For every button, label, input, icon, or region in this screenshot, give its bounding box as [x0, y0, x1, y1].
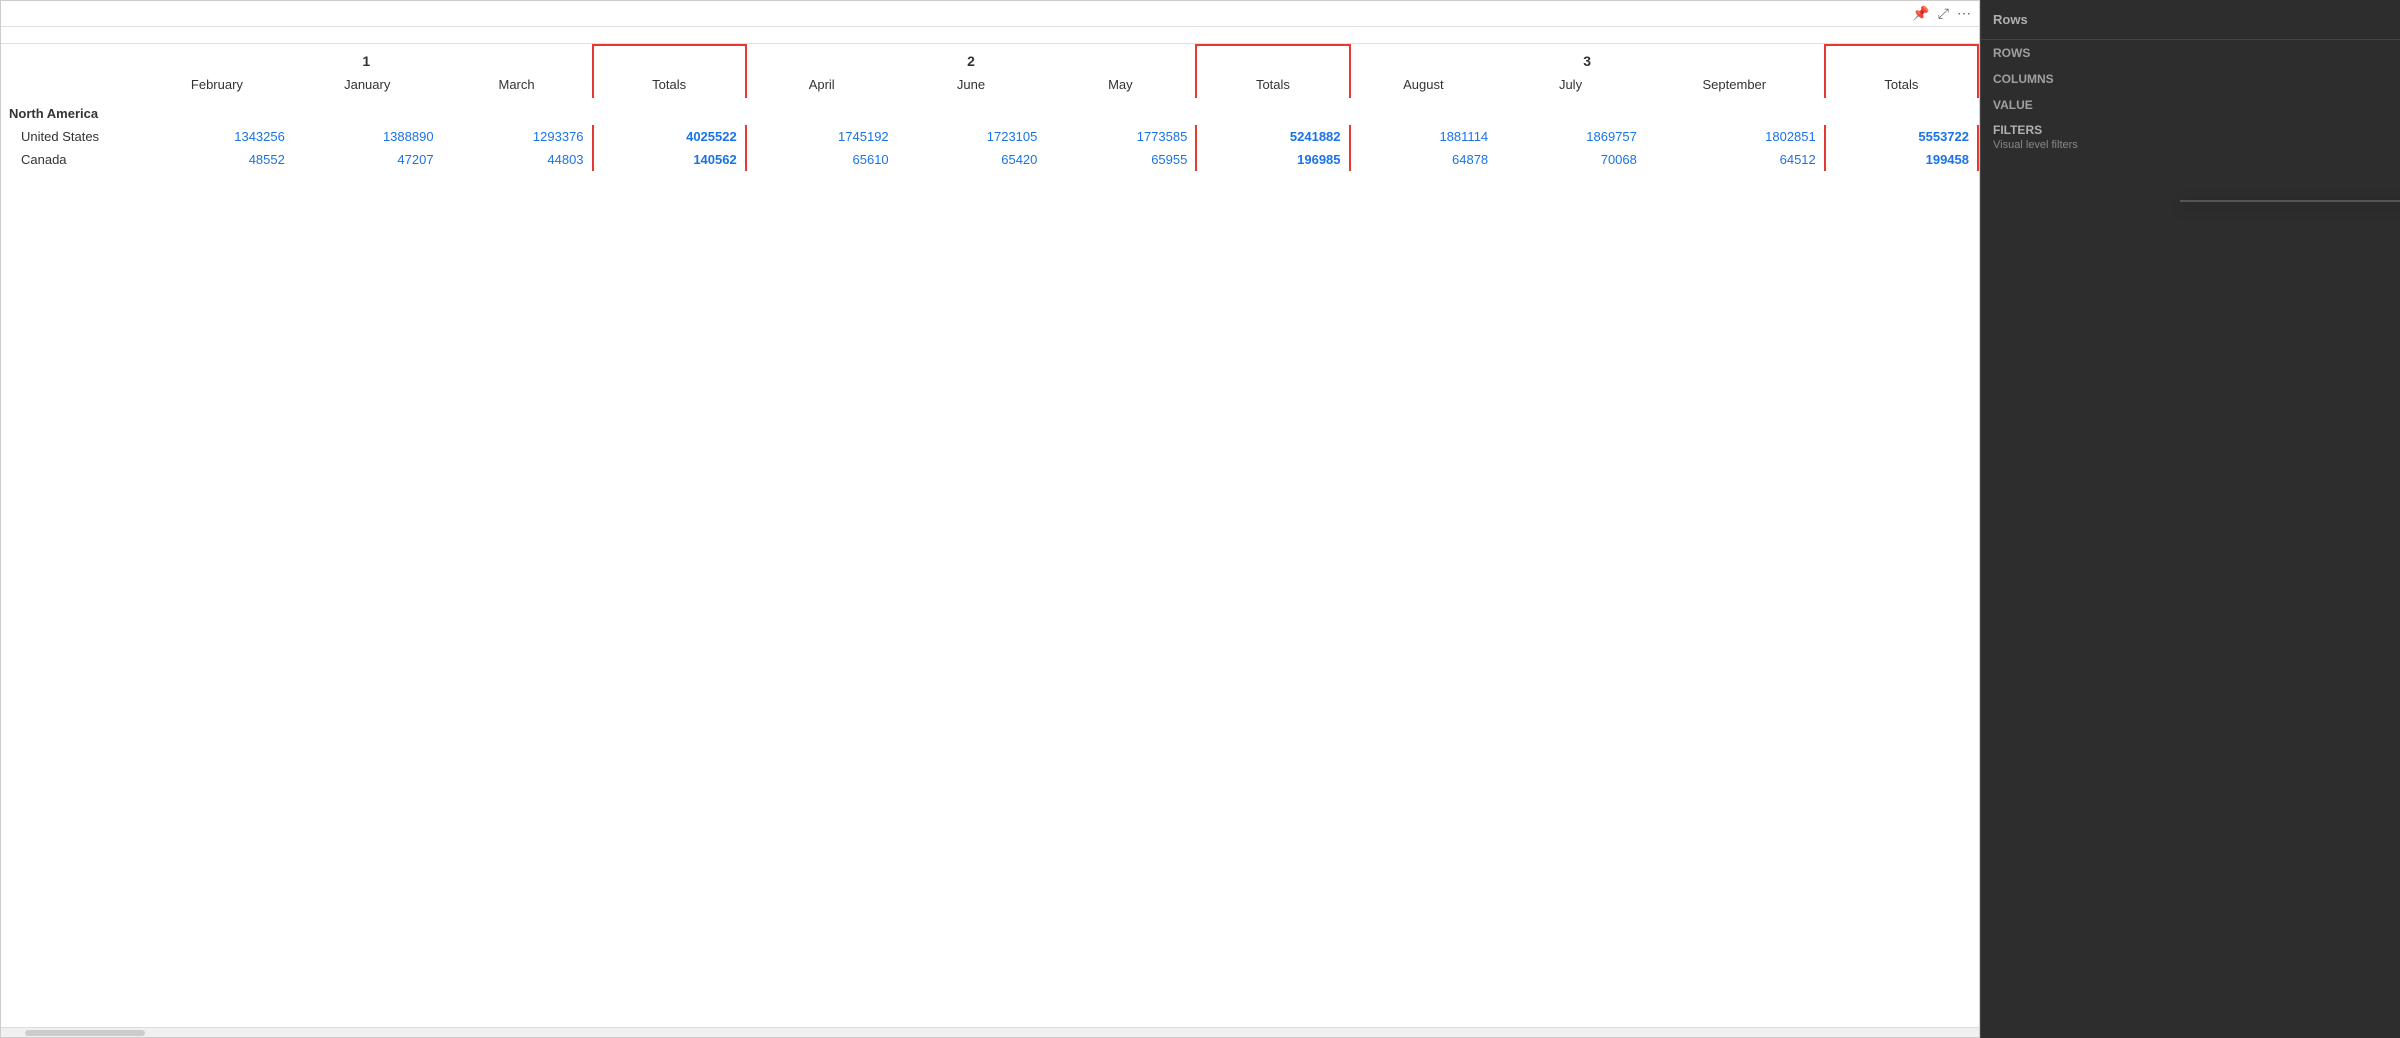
pin-icon[interactable]: 📌 — [1912, 5, 1929, 22]
filters-label: FILTERS — [1993, 123, 2042, 137]
scrollbar-thumb[interactable] — [25, 1030, 145, 1036]
cell: 65420 — [897, 148, 1046, 171]
cell: 64512 — [1645, 148, 1825, 171]
value-label: Value — [1981, 92, 2400, 114]
cell: 1293376 — [442, 125, 593, 148]
cell: 65610 — [746, 148, 897, 171]
rows-label-top: Rows — [1993, 12, 2028, 27]
cell: 1343256 — [141, 125, 293, 148]
data-table: 1 2 3 February January March Totals Apri… — [1, 44, 1979, 171]
table-title — [1, 27, 1979, 44]
table-row: United States134325613888901293376402552… — [1, 125, 1978, 148]
tree-panel: Rows — [1981, 0, 2400, 40]
cell: 64878 — [1350, 148, 1497, 171]
right-panel: Rows Rows Columns Value FILTERS Visual l… — [1980, 0, 2400, 1038]
group-name: North America — [1, 98, 1978, 125]
cell: 65955 — [1045, 148, 1196, 171]
q1-totals-col-header: Totals — [593, 73, 746, 98]
cell: 199458 — [1825, 148, 1978, 171]
more-icon[interactable]: ⋯ — [1957, 5, 1971, 22]
cell: 1869757 — [1496, 125, 1645, 148]
rows-label: Rows — [1981, 40, 2400, 62]
table-body: North AmericaUnited States13432561388890… — [1, 98, 1978, 171]
rows-section-top: Rows — [1993, 8, 2388, 31]
may-header: May — [1045, 73, 1196, 98]
cell: 4025522 — [593, 125, 746, 148]
totals-q3-header — [1825, 45, 1978, 73]
table-row: Canada4855247207448031405626561065420659… — [1, 148, 1978, 171]
apr-header: April — [746, 73, 897, 98]
cell: 1802851 — [1645, 125, 1825, 148]
q3-totals-col-header: Totals — [1825, 73, 1978, 98]
jan-header: January — [293, 73, 442, 98]
cell: 1388890 — [293, 125, 442, 148]
mar-header: March — [442, 73, 593, 98]
cell: 1723105 — [897, 125, 1046, 148]
cell: 47207 — [293, 148, 442, 171]
cell: 48552 — [141, 148, 293, 171]
context-menu — [2180, 200, 2400, 202]
main-table-area: 📌 ⤢ ⋯ 1 2 3 February January — [0, 0, 1980, 1038]
month-header-row: February January March Totals April June… — [1, 73, 1978, 98]
totals-q2-header — [1196, 45, 1349, 73]
filters-list — [1981, 155, 2400, 1038]
filters-header: FILTERS — [1981, 118, 2400, 139]
expand-icon[interactable]: ⤢ — [1938, 5, 1949, 22]
table-wrapper[interactable]: 1 2 3 February January March Totals Apri… — [1, 44, 1979, 1027]
aug-header: August — [1350, 73, 1497, 98]
group-header-row: North America — [1, 98, 1978, 125]
cell: 196985 — [1196, 148, 1349, 171]
cell: United States — [1, 125, 141, 148]
cell: 5241882 — [1196, 125, 1349, 148]
quarter-1-header: 1 — [141, 45, 593, 73]
quarter-2-header: 2 — [746, 45, 1197, 73]
q2-totals-col-header: Totals — [1196, 73, 1349, 98]
cell: 1881114 — [1350, 125, 1497, 148]
cell: 1745192 — [746, 125, 897, 148]
cell: 140562 — [593, 148, 746, 171]
columns-label: Columns — [1981, 66, 2400, 88]
top-bar: 📌 ⤢ ⋯ — [1, 1, 1979, 27]
visual-level-label: Visual level filters — [1981, 139, 2400, 151]
cell: 5553722 — [1825, 125, 1978, 148]
cell: 44803 — [442, 148, 593, 171]
empty-header — [1, 45, 141, 73]
cell: Canada — [1, 148, 141, 171]
quarter-header-row: 1 2 3 — [1, 45, 1978, 73]
feb-header: February — [141, 73, 293, 98]
country-col-header — [1, 73, 141, 98]
jun-header: June — [897, 73, 1046, 98]
totals-q1-header — [593, 45, 746, 73]
quarter-3-header: 3 — [1350, 45, 1825, 73]
sep-header: September — [1645, 73, 1825, 98]
horizontal-scrollbar[interactable] — [1, 1027, 1979, 1037]
cell: 1773585 — [1045, 125, 1196, 148]
cell: 70068 — [1496, 148, 1645, 171]
jul-header: July — [1496, 73, 1645, 98]
